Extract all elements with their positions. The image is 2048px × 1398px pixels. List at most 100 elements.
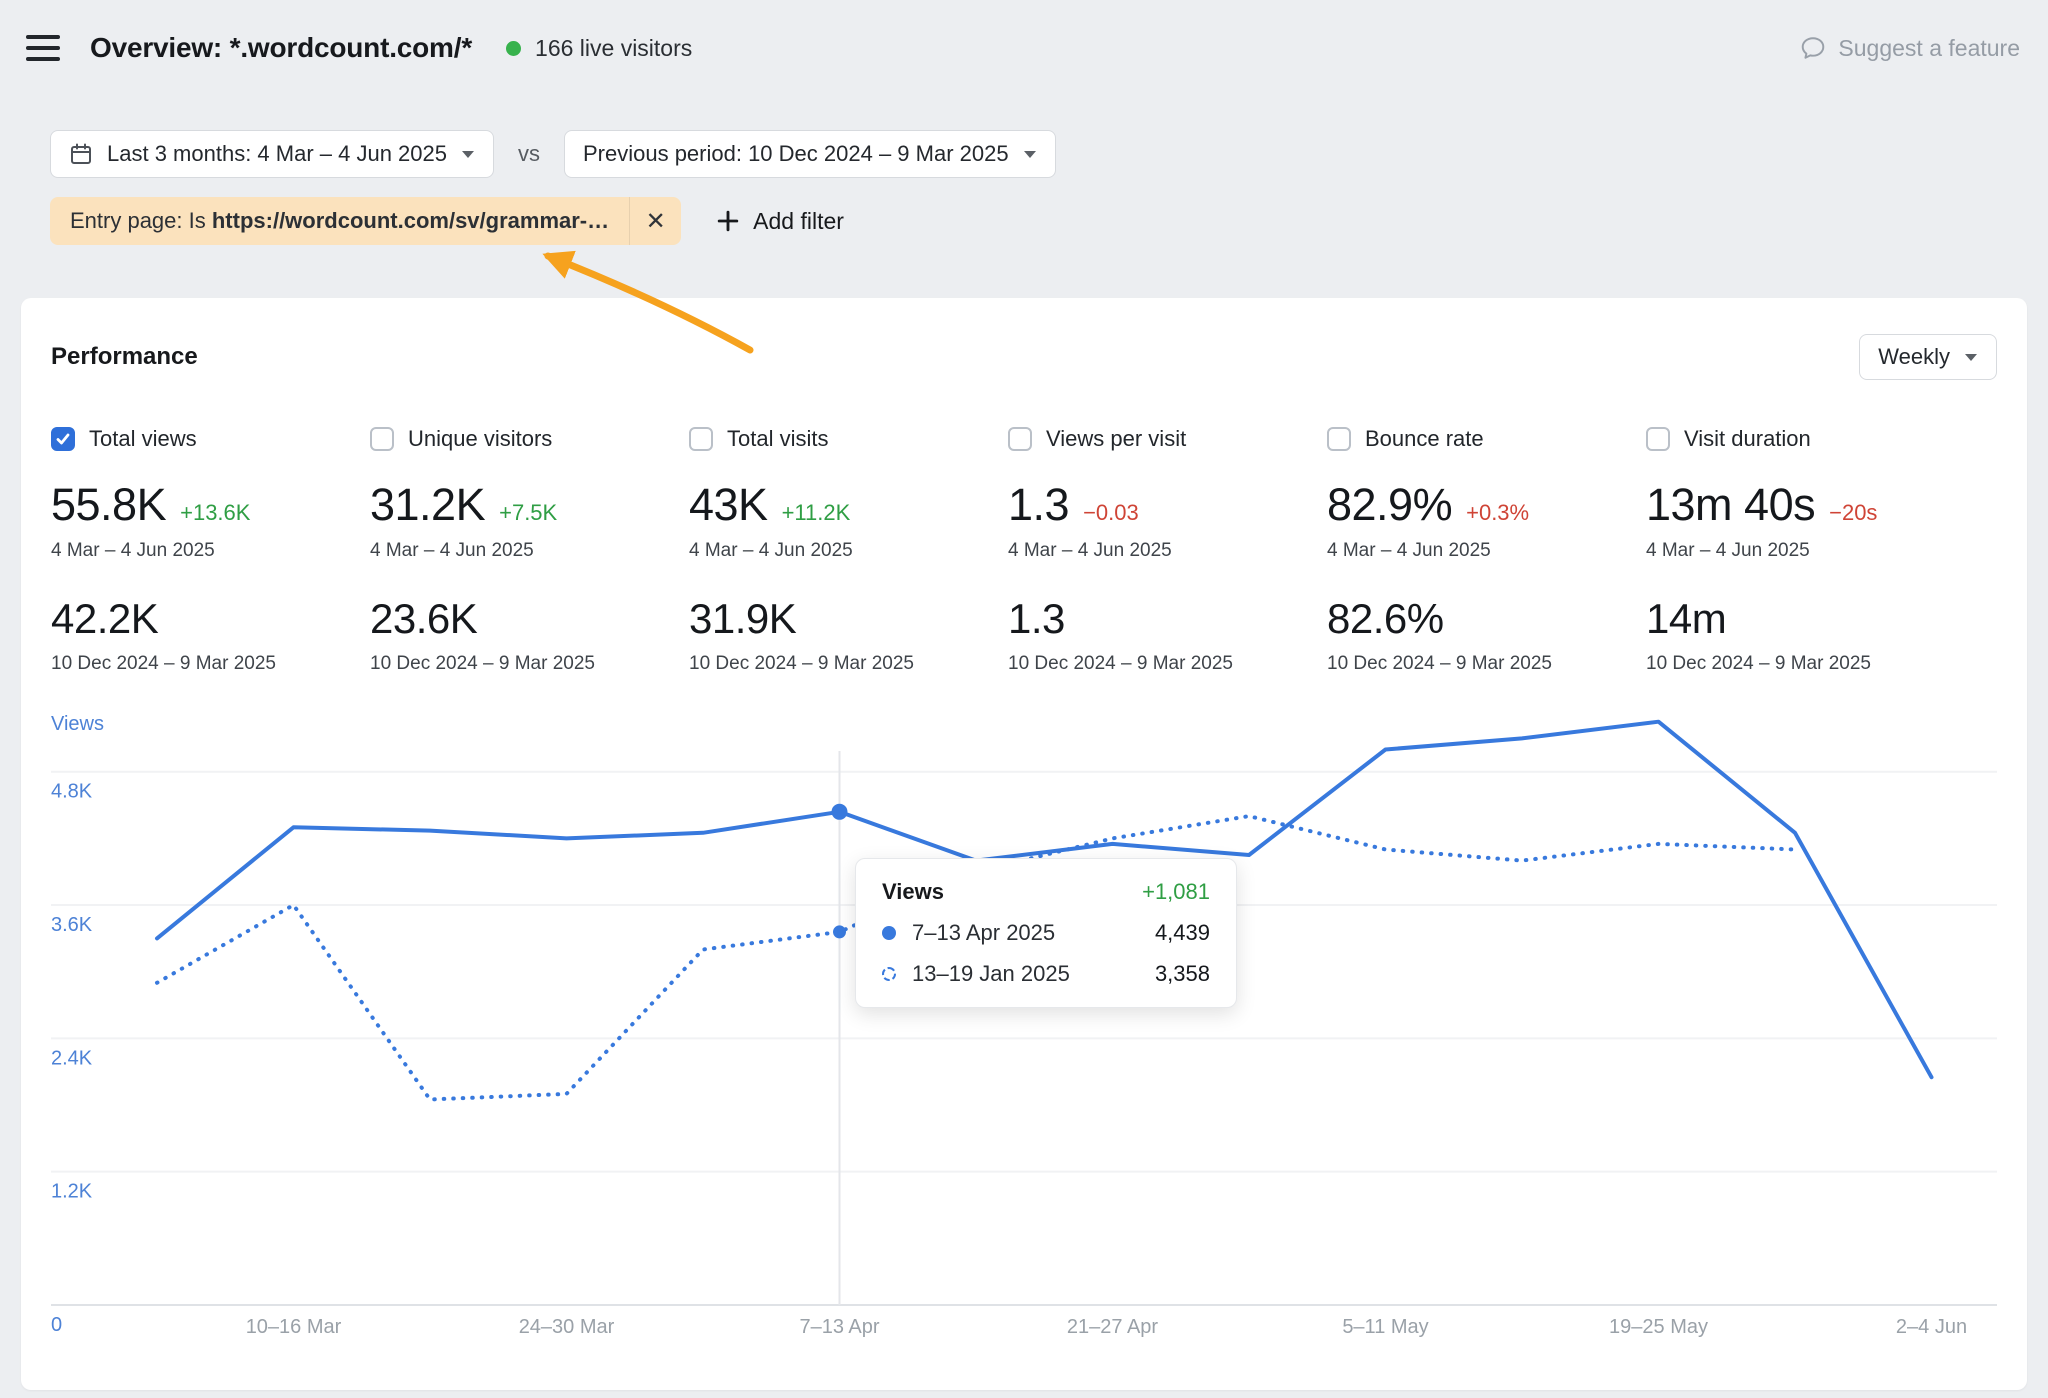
svg-text:2–4 Jun: 2–4 Jun [1896,1316,1967,1338]
metric-value: 13m 40s [1646,482,1815,527]
tooltip-title: Views [882,879,944,905]
svg-text:10–16 Mar: 10–16 Mar [246,1316,342,1338]
svg-text:3.6K: 3.6K [51,914,93,936]
metric-value: 82.9% [1327,482,1452,527]
svg-text:7–13 Apr: 7–13 Apr [799,1316,879,1338]
metric-total-visits: Total visits 43K +11.2K 4 Mar – 4 Jun 20… [689,426,1008,675]
suggest-feature-label: Suggest a feature [1838,35,2020,62]
entry-page-filter-chip[interactable]: Entry page: Is https://wordcount.com/sv/… [50,197,681,245]
live-visitors: 166 live visitors [506,35,692,62]
metric-bounce-rate: Bounce rate 82.9% +0.3% 4 Mar – 4 Jun 20… [1327,426,1646,675]
granularity-dropdown[interactable]: Weekly [1859,334,1997,380]
entry-page-filter-value: https://wordcount.com/sv/grammar-… [212,208,609,233]
metric-delta: −0.03 [1083,500,1139,526]
page-title: Overview: *.wordcount.com/* [90,32,472,64]
metric-prev-period: 10 Dec 2024 – 9 Mar 2025 [51,653,370,675]
checkbox-unchecked-icon[interactable] [689,427,713,451]
metric-toggle-visit-duration[interactable]: Visit duration [1646,426,1997,452]
remove-filter-button[interactable]: ✕ [629,197,681,245]
svg-text:1.2K: 1.2K [51,1181,93,1203]
metric-toggle-bounce-rate[interactable]: Bounce rate [1327,426,1646,452]
metric-value: 55.8K [51,482,166,527]
metric-prev-period: 10 Dec 2024 – 9 Mar 2025 [1008,653,1327,675]
metric-value: 43K [689,482,768,527]
views-line-chart[interactable]: 01.2K2.4K3.6K4.8K10–16 Mar24–30 Mar7–13 … [51,705,1997,1350]
svg-text:24–30 Mar: 24–30 Mar [519,1316,615,1338]
granularity-label: Weekly [1878,344,1950,370]
checkbox-unchecked-icon[interactable] [1008,427,1032,451]
svg-text:21–27 Apr: 21–27 Apr [1067,1316,1159,1338]
metric-period: 4 Mar – 4 Jun 2025 [370,540,689,562]
live-visitors-label: 166 live visitors [535,35,692,62]
performance-card: Performance Weekly Total views 55.8K +13… [21,298,2027,1390]
filter-bar: Last 3 months: 4 Mar – 4 Jun 2025 vs Pre… [0,130,2048,245]
date-range-dropdown[interactable]: Last 3 months: 4 Mar – 4 Jun 2025 [50,130,494,178]
date-range-label: Last 3 months: 4 Mar – 4 Jun 2025 [107,141,447,167]
metric-toggle-total-views[interactable]: Total views [51,426,370,452]
metric-visit-duration: Visit duration 13m 40s −20s 4 Mar – 4 Ju… [1646,426,1997,675]
metric-toggle-views-per-visit[interactable]: Views per visit [1008,426,1327,452]
metric-delta: +11.2K [782,500,851,526]
metrics-row: Total views 55.8K +13.6K 4 Mar – 4 Jun 2… [51,426,1997,675]
metric-prev-value: 14m [1646,598,1997,640]
tooltip-previous-value: 3,358 [1155,961,1210,987]
metric-label: Bounce rate [1365,426,1484,452]
hamburger-menu-icon[interactable] [26,35,60,61]
metric-delta: +13.6K [180,500,250,526]
speech-bubble-icon [1800,35,1826,61]
svg-text:0: 0 [51,1314,62,1336]
metric-prev-period: 10 Dec 2024 – 9 Mar 2025 [1646,653,1997,675]
metric-toggle-unique-visitors[interactable]: Unique visitors [370,426,689,452]
suggest-feature-button[interactable]: Suggest a feature [1800,35,2020,62]
metric-prev-value: 82.6% [1327,598,1646,640]
checkbox-checked-icon[interactable] [51,427,75,451]
tooltip-current-label: 7–13 Apr 2025 [912,920,1055,946]
svg-text:5–11 May: 5–11 May [1342,1316,1428,1338]
current-period-marker-icon [882,926,896,940]
metric-prev-value: 1.3 [1008,598,1327,640]
svg-text:4.8K: 4.8K [51,781,93,803]
metric-prev-value: 42.2K [51,598,370,640]
metric-period: 4 Mar – 4 Jun 2025 [689,540,1008,562]
metric-prev-value: 23.6K [370,598,689,640]
metric-value: 1.3 [1008,482,1069,527]
svg-text:19–25 May: 19–25 May [1609,1316,1708,1338]
metric-period: 4 Mar – 4 Jun 2025 [1646,540,1997,562]
metric-label: Visit duration [1684,426,1811,452]
metric-prev-period: 10 Dec 2024 – 9 Mar 2025 [689,653,1008,675]
checkbox-unchecked-icon[interactable] [1327,427,1351,451]
metric-period: 4 Mar – 4 Jun 2025 [1008,540,1327,562]
vs-label: vs [518,141,540,167]
add-filter-label: Add filter [753,208,844,235]
calendar-icon [69,142,93,166]
tooltip-current-value: 4,439 [1155,920,1210,946]
entry-page-filter-label: Entry page: Is https://wordcount.com/sv/… [50,208,629,234]
checkbox-unchecked-icon[interactable] [1646,427,1670,451]
checkbox-unchecked-icon[interactable] [370,427,394,451]
close-icon: ✕ [646,207,666,236]
metric-label: Total views [89,426,197,452]
metric-views-per-visit: Views per visit 1.3 −0.03 4 Mar – 4 Jun … [1008,426,1327,675]
add-filter-button[interactable]: Add filter [717,208,844,235]
previous-period-marker-icon [882,967,896,981]
metric-period: 4 Mar – 4 Jun 2025 [1327,540,1646,562]
metric-toggle-total-visits[interactable]: Total visits [689,426,1008,452]
metric-label: Views per visit [1046,426,1186,452]
metric-delta: +0.3% [1466,500,1529,526]
chart-tooltip: Views +1,081 7–13 Apr 2025 4,439 13–19 J… [855,858,1237,1008]
top-bar: Overview: *.wordcount.com/* 166 live vis… [0,0,2048,96]
compare-period-dropdown[interactable]: Previous period: 10 Dec 2024 – 9 Mar 202… [564,130,1056,178]
metric-prev-period: 10 Dec 2024 – 9 Mar 2025 [370,653,689,675]
tooltip-previous-label: 13–19 Jan 2025 [912,961,1070,987]
metric-prev-value: 31.9K [689,598,1008,640]
views-chart[interactable]: Views 01.2K2.4K3.6K4.8K10–16 Mar24–30 Ma… [51,705,1997,1350]
metric-period: 4 Mar – 4 Jun 2025 [51,540,370,562]
metric-delta: +7.5K [499,500,557,526]
chevron-down-icon [461,150,475,159]
metric-total-views: Total views 55.8K +13.6K 4 Mar – 4 Jun 2… [51,426,370,675]
chevron-down-icon [1023,150,1037,159]
live-dot-icon [506,41,521,56]
metric-unique-visitors: Unique visitors 31.2K +7.5K 4 Mar – 4 Ju… [370,426,689,675]
plus-icon [717,210,739,232]
metric-label: Total visits [727,426,828,452]
